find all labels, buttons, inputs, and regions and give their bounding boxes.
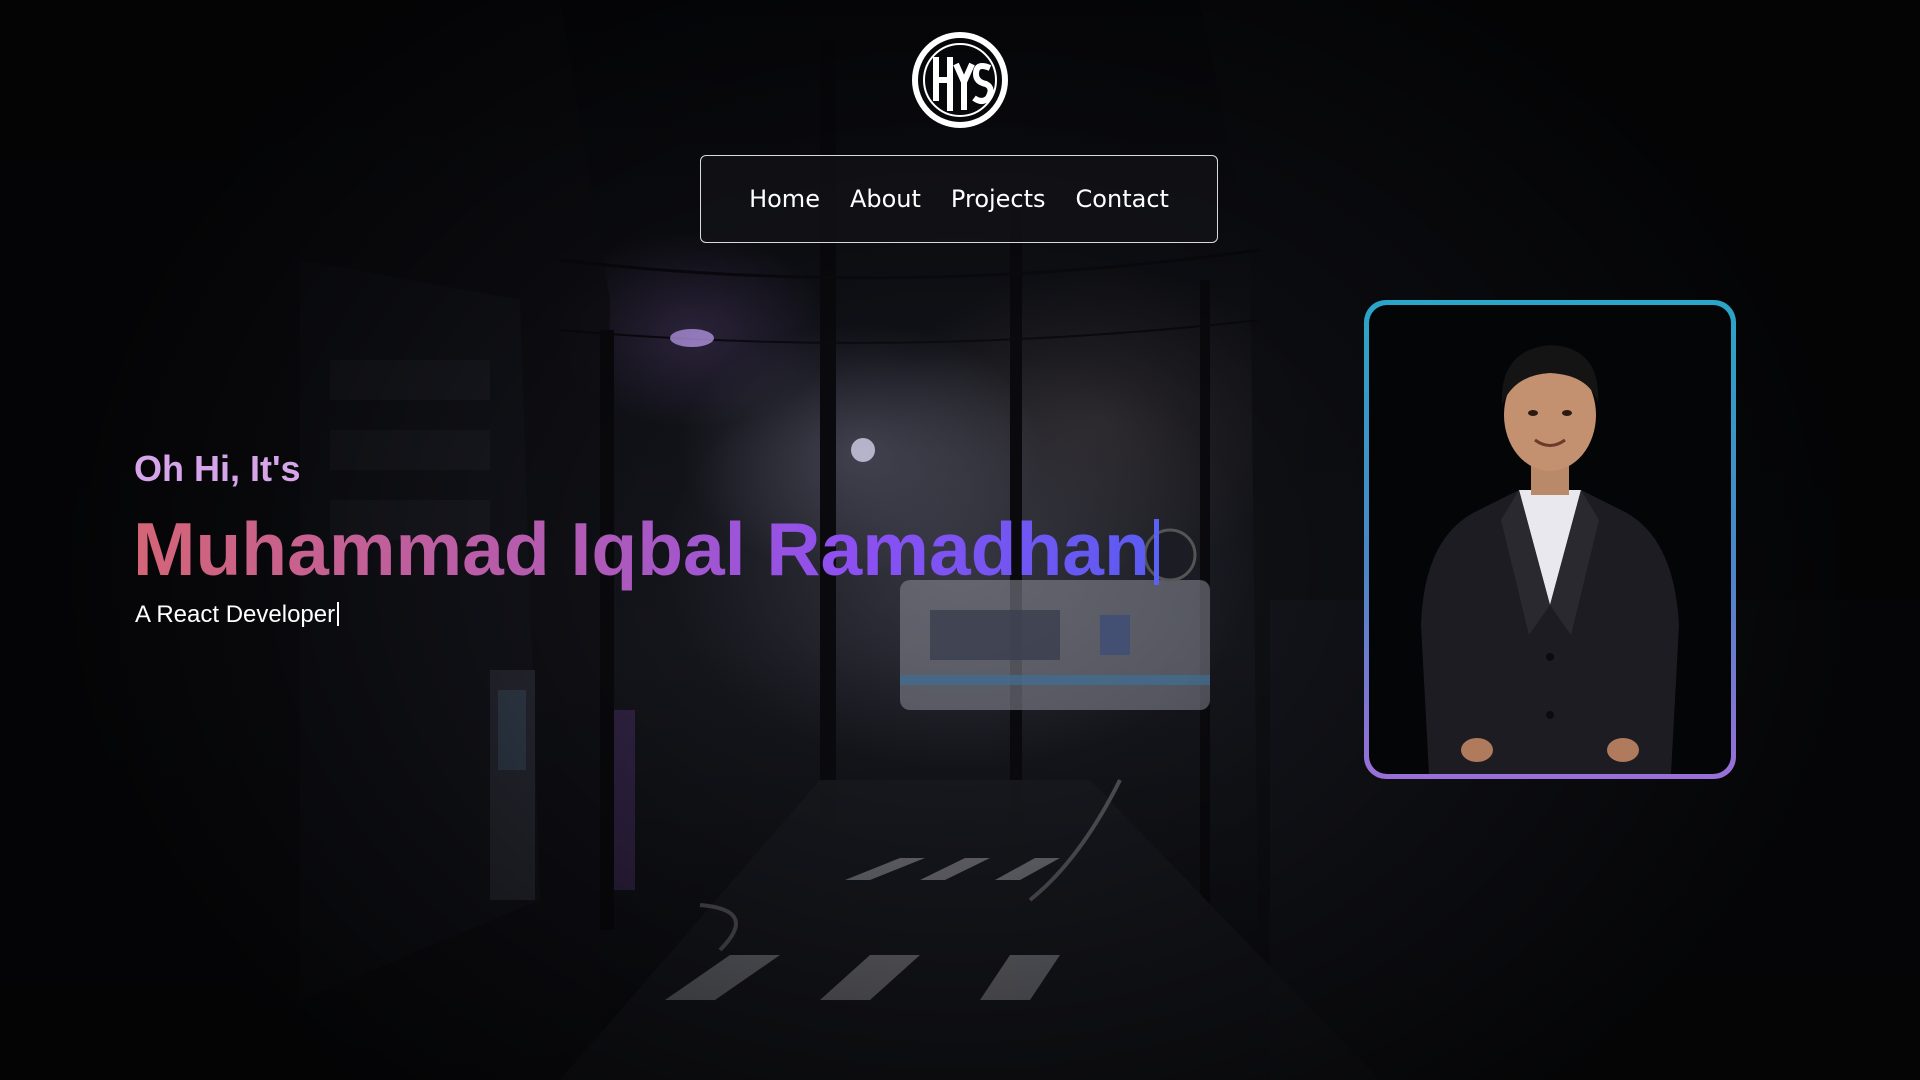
typing-caret bbox=[1153, 519, 1159, 585]
hero-name: Muhammad Iqbal Ramadhan bbox=[133, 507, 1150, 591]
hero-role-wrap: A React Developer bbox=[135, 601, 340, 629]
nav-home[interactable]: Home bbox=[749, 185, 820, 213]
hero-role: A React Developer bbox=[135, 601, 336, 628]
hero-name-wrap: Muhammad Iqbal Ramadhan bbox=[133, 506, 1159, 592]
nav-about[interactable]: About bbox=[850, 185, 921, 213]
portrait-illustration bbox=[1421, 345, 1679, 774]
hys-monogram-logo[interactable] bbox=[910, 30, 1010, 130]
page: Home About Projects Contact Oh Hi, It's … bbox=[0, 0, 1920, 1080]
profile-card bbox=[1364, 300, 1736, 779]
hero-greeting: Oh Hi, It's bbox=[134, 448, 301, 489]
main-nav: Home About Projects Contact bbox=[700, 155, 1218, 243]
portrait-photo bbox=[1369, 305, 1731, 774]
nav-projects[interactable]: Projects bbox=[951, 185, 1046, 213]
nav-contact[interactable]: Contact bbox=[1076, 185, 1169, 213]
typing-caret bbox=[337, 602, 340, 626]
